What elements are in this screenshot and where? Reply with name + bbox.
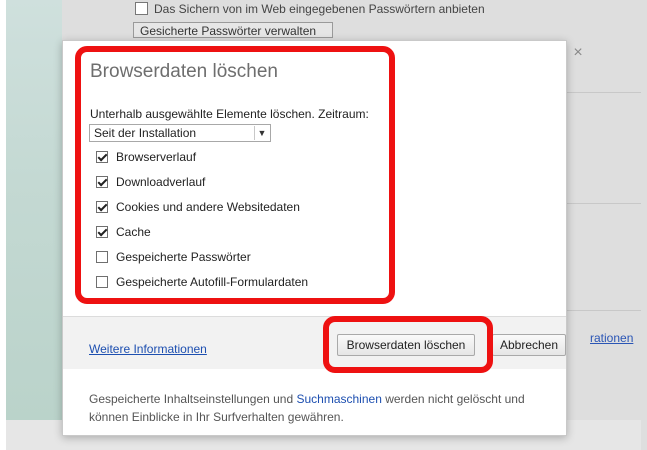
background-link: rationen xyxy=(590,331,634,345)
background-divider xyxy=(566,310,641,311)
background-checkbox xyxy=(135,2,148,15)
background-divider xyxy=(566,92,641,93)
search-engines-link[interactable]: Suchmaschinen xyxy=(296,392,381,406)
background-checkbox-row: Das Sichern von im Web eingegebenen Pass… xyxy=(135,2,485,16)
cancel-button[interactable]: Abbrechen xyxy=(492,334,566,356)
info-note: Gespeicherte Inhaltseinstellungen und Su… xyxy=(89,390,559,426)
close-icon[interactable]: × xyxy=(571,44,585,62)
background-manage-passwords-button: Gesicherte Passwörter verwalten xyxy=(133,22,333,38)
info-note-text: Gespeicherte Inhaltseinstellungen und xyxy=(89,392,297,406)
more-info-link[interactable]: Weitere Informationen xyxy=(89,342,207,356)
highlight-clear-button-box xyxy=(323,316,493,373)
background-gradient xyxy=(6,0,62,450)
highlight-options-box xyxy=(75,46,395,304)
background-divider xyxy=(566,203,641,204)
background-checkbox-label: Das Sichern von im Web eingegebenen Pass… xyxy=(154,2,485,16)
